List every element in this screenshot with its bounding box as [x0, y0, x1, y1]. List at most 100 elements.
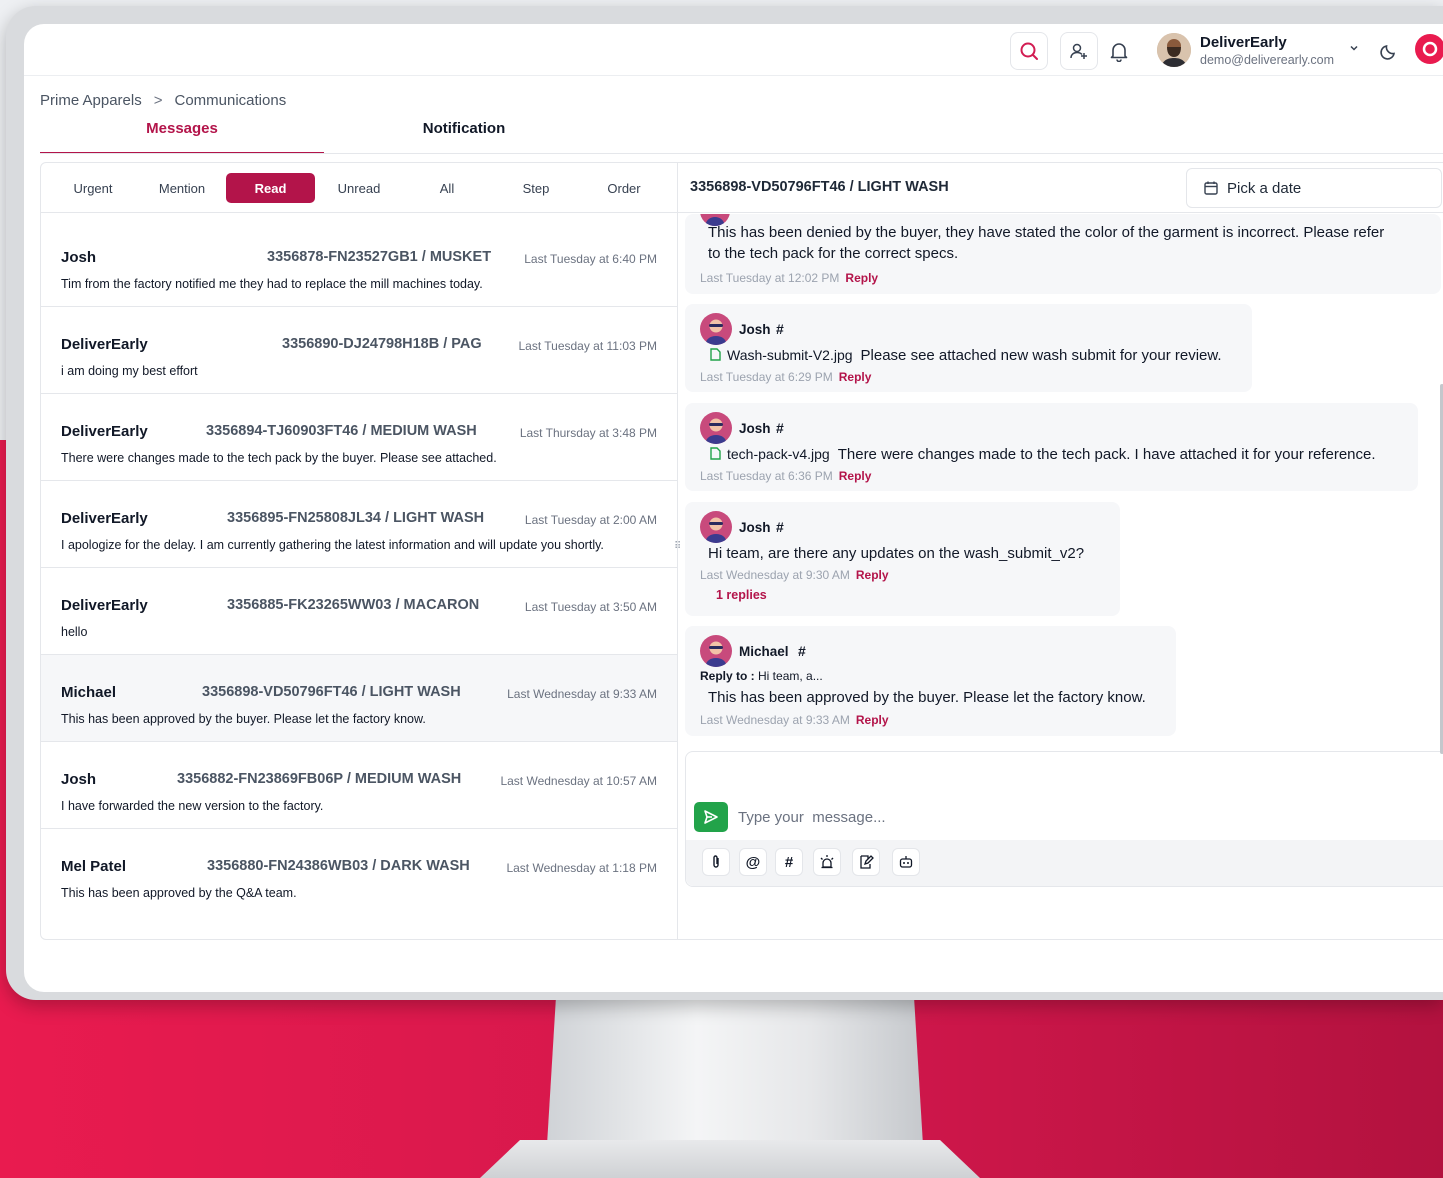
thread-title: 3356898-VD50796FT46 / LIGHT WASH — [690, 179, 949, 195]
conversation-preview: This has been approved by the Q&A team. — [61, 886, 297, 900]
conversation-item-selected[interactable]: Michael 3356898-VD50796FT46 / LIGHT WASH… — [41, 655, 677, 742]
bell-icon — [1110, 43, 1128, 62]
reply-link[interactable]: Reply — [839, 469, 872, 483]
edit-note-button[interactable] — [852, 848, 880, 876]
user-menu-toggle[interactable] — [1346, 40, 1362, 56]
filter-urgent[interactable]: Urgent — [59, 173, 127, 203]
message-text: This has been approved by the buyer. Ple… — [708, 689, 1146, 706]
reply-link[interactable]: Reply — [856, 713, 889, 727]
conversation-order: 3356885-FK23265WW03 / MACARON — [227, 597, 480, 613]
date-picker-label: Pick a date — [1227, 179, 1302, 197]
conversation-item[interactable]: Josh 3356878-FN23527GB1 / MUSKET Last Tu… — [41, 220, 677, 307]
conversation-order: 3356898-VD50796FT46 / LIGHT WASH — [202, 684, 461, 700]
conversation-time: Last Tuesday at 11:03 PM — [518, 339, 657, 353]
filter-all[interactable]: All — [413, 173, 481, 203]
add-user-button[interactable] — [1060, 32, 1098, 70]
conversation-time: Last Wednesday at 9:33 AM — [507, 687, 657, 701]
message-time: Last Wednesday at 9:33 AM — [700, 713, 850, 727]
conversation-item[interactable]: DeliverEarly 3356885-FK23265WW03 / MACAR… — [41, 568, 677, 655]
conversation-preview: Tim from the factory notified me they ha… — [61, 277, 483, 291]
send-icon — [704, 810, 718, 824]
filter-bar: Urgent Mention Read Unread All Step Orde… — [41, 163, 677, 213]
author-avatar — [700, 313, 732, 345]
filter-unread[interactable]: Unread — [325, 173, 393, 203]
alarm-button[interactable] — [813, 848, 841, 876]
reply-link[interactable]: Reply — [845, 271, 878, 285]
filter-mention[interactable]: Mention — [147, 173, 217, 203]
search-icon — [1020, 42, 1038, 60]
message-input[interactable] — [738, 800, 1438, 834]
conversation-item[interactable]: DeliverEarly 3356894-TJ60903FT46 / MEDIU… — [41, 394, 677, 481]
edit-note-icon — [860, 855, 874, 869]
conversation-item[interactable]: DeliverEarly 3356895-FN25808JL34 / LIGHT… — [41, 481, 677, 568]
hash-tag[interactable]: # — [776, 519, 784, 535]
message-author: Josh — [739, 520, 771, 535]
date-picker-button[interactable]: Pick a date — [1186, 168, 1442, 208]
conversation-preview: There were changes made to the tech pack… — [61, 451, 497, 465]
hash-tag[interactable]: # — [776, 420, 784, 436]
notification-bell-button[interactable] — [1106, 38, 1132, 64]
top-bar: DeliverEarly demo@deliverearly.com — [24, 24, 1443, 76]
conversation-sender: Michael — [61, 684, 117, 701]
thread-header: 3356898-VD50796FT46 / LIGHT WASH Pick a … — [678, 163, 1443, 213]
add-user-icon — [1070, 43, 1087, 59]
conversation-item[interactable]: DeliverEarly 3356890-DJ24798H18B / PAG L… — [41, 307, 677, 394]
conversation-list-pane: Urgent Mention Read Unread All Step Orde… — [41, 163, 678, 939]
message-item: Josh # Wash-submit-V2.jpg Please see atta… — [685, 304, 1252, 392]
conversation-time: Last Tuesday at 2:00 AM — [524, 513, 657, 527]
conversation-time: Last Tuesday at 6:40 PM — [524, 252, 657, 266]
breadcrumb-item-prime-apparels[interactable]: Prime Apparels — [40, 92, 142, 109]
conversation-preview: i am doing my best effort — [61, 364, 198, 378]
chevron-down-icon — [1350, 45, 1358, 51]
message-body-line: This has been denied by the buyer, they … — [708, 224, 1385, 241]
conversation-sender: Mel Patel — [61, 858, 127, 875]
reply-link[interactable]: Reply — [856, 568, 889, 582]
hash-tag[interactable]: # — [798, 643, 806, 659]
app-logo[interactable] — [1415, 34, 1443, 64]
message-author: Josh — [739, 322, 771, 337]
breadcrumb: Prime Apparels > Communications — [40, 92, 286, 109]
conversation-preview: I have forwarded the new version to the … — [61, 799, 324, 813]
message-composer: @ # — [685, 751, 1443, 887]
bot-button[interactable] — [892, 848, 920, 876]
tabs-divider — [40, 153, 1443, 154]
conversation-time: Last Wednesday at 1:18 PM — [506, 861, 657, 875]
replies-count-link[interactable]: 1 replies — [716, 588, 767, 602]
message-author: Josh — [739, 421, 771, 436]
conversation-preview: This has been approved by the buyer. Ple… — [61, 712, 426, 726]
send-button[interactable] — [694, 802, 728, 832]
logo-icon — [1422, 41, 1438, 57]
conversation-item[interactable]: Josh 3356882-FN23869FB06P / MEDIUM WASH … — [41, 742, 677, 829]
hash-tag[interactable]: # — [776, 321, 784, 337]
composer-toolbar: @ # — [686, 840, 1443, 886]
user-avatar[interactable] — [1157, 33, 1191, 67]
attachment-link[interactable]: Wash-submit-V2.jpg — [727, 347, 853, 363]
message-body-line: to the tech pack for the correct specs. — [708, 245, 959, 262]
file-icon — [710, 348, 721, 361]
tab-messages[interactable]: Messages — [40, 120, 324, 154]
message-item: This has been denied by the buyer, they … — [685, 214, 1441, 294]
reply-to-preview: Reply to : Hi team, a... — [700, 669, 823, 683]
author-avatar — [700, 412, 732, 444]
hashtag-button[interactable]: # — [775, 848, 803, 876]
robot-icon — [899, 856, 913, 868]
filter-read[interactable]: Read — [226, 173, 315, 203]
tab-notification[interactable]: Notification — [324, 120, 604, 154]
mention-button[interactable]: @ — [739, 848, 767, 876]
reply-link[interactable]: Reply — [839, 370, 872, 384]
conversation-time: Last Tuesday at 3:50 AM — [524, 600, 657, 614]
message-meta: Last Wednesday at 9:30 AM Reply — [700, 568, 889, 582]
filter-order[interactable]: Order — [590, 173, 658, 203]
attachment-link[interactable]: tech-pack-v4.jpg — [727, 446, 830, 462]
user-avatar-image — [1157, 33, 1191, 67]
attach-button[interactable] — [702, 848, 730, 876]
message-time: Last Tuesday at 6:29 PM — [700, 370, 833, 384]
conversation-time: Last Thursday at 3:48 PM — [519, 426, 657, 440]
filter-step[interactable]: Step — [502, 173, 570, 203]
search-button[interactable] — [1010, 32, 1048, 70]
thread-pane: 3356898-VD50796FT46 / LIGHT WASH Pick a … — [678, 163, 1443, 939]
conversation-item[interactable]: Mel Patel 3356880-FN24386WB03 / DARK WAS… — [41, 829, 677, 916]
theme-toggle-button[interactable] — [1376, 38, 1402, 64]
message-item: Josh # tech-pack-v4.jpg There were change… — [685, 403, 1418, 491]
breadcrumb-item-communications: Communications — [174, 92, 287, 109]
